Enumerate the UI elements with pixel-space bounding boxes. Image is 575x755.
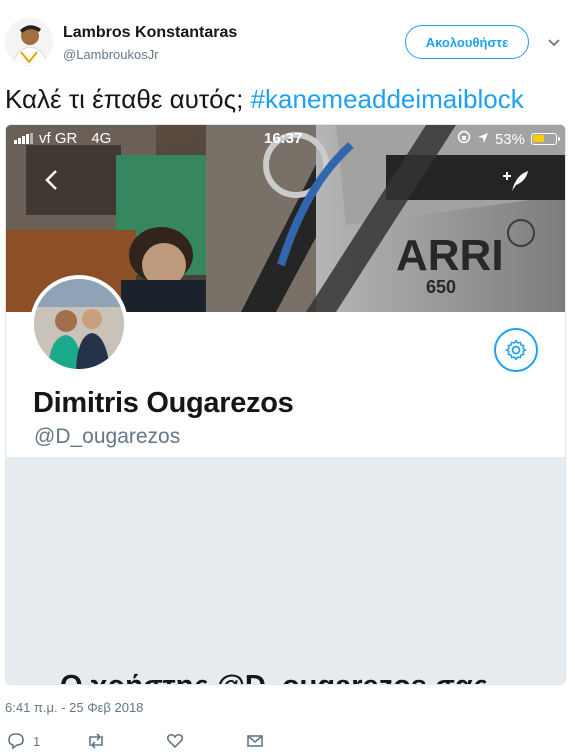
network-label: 4G	[91, 130, 112, 147]
direct-message-button[interactable]	[246, 732, 264, 750]
status-right: 53%	[457, 130, 560, 148]
phone-status-bar: vf GR 4G 16:37 53%	[6, 125, 565, 151]
battery-percent: 53%	[494, 130, 525, 148]
location-arrow-icon	[477, 131, 489, 148]
tweet-actions: 1	[0, 730, 575, 755]
reply-count: 1	[33, 733, 41, 749]
carrier-label: vf GR	[39, 130, 78, 147]
profile-name: Dimitris Ougarezos	[33, 387, 294, 419]
compose-tweet-icon[interactable]	[500, 167, 532, 195]
retweet-button[interactable]	[86, 732, 106, 750]
settings-button[interactable]	[494, 328, 538, 372]
tweet-media-image[interactable]: ARRI 650 vf GR 4G 16:37 53% Dimitris Oug…	[5, 124, 566, 685]
chevron-down-icon[interactable]	[546, 34, 562, 50]
tweet-text-body: Καλέ τι έπαθε αυτός;	[5, 84, 251, 114]
reply-icon	[8, 733, 24, 750]
follow-button[interactable]: Ακολουθήστε	[405, 25, 529, 59]
status-left: vf GR 4G	[14, 130, 111, 147]
retweet-icon	[89, 733, 103, 749]
blocked-notice-text: Ο χρήστης @D_ougarezos σας	[60, 670, 488, 684]
like-button[interactable]	[166, 732, 184, 750]
gear-icon	[505, 339, 527, 361]
signal-icon	[14, 133, 33, 144]
tweet-header: Lambros Konstantaras @LambroukosJr Ακολο…	[0, 0, 575, 80]
reply-button[interactable]: 1	[7, 732, 40, 750]
battery-icon	[531, 133, 560, 145]
rotation-lock-icon	[457, 130, 471, 148]
profile-avatar[interactable]	[30, 275, 128, 373]
author-avatar[interactable]	[5, 18, 53, 66]
status-time: 16:37	[264, 130, 303, 147]
author-handle[interactable]: @LambroukosJr	[63, 47, 159, 62]
author-name[interactable]: Lambros Konstantaras	[63, 24, 237, 42]
tweet-timestamp[interactable]: 6:41 π.μ. - 25 Φεβ 2018	[5, 700, 143, 715]
profile-handle: @D_ougarezos	[34, 425, 181, 448]
back-arrow-icon[interactable]	[40, 167, 66, 193]
heart-icon	[166, 733, 184, 749]
tweet-text: Καλέ τι έπαθε αυτός; #kanemeaddeimaibloc…	[5, 84, 524, 115]
envelope-icon	[247, 735, 263, 747]
hashtag-link[interactable]: #kanemeaddeimaiblock	[251, 84, 524, 114]
